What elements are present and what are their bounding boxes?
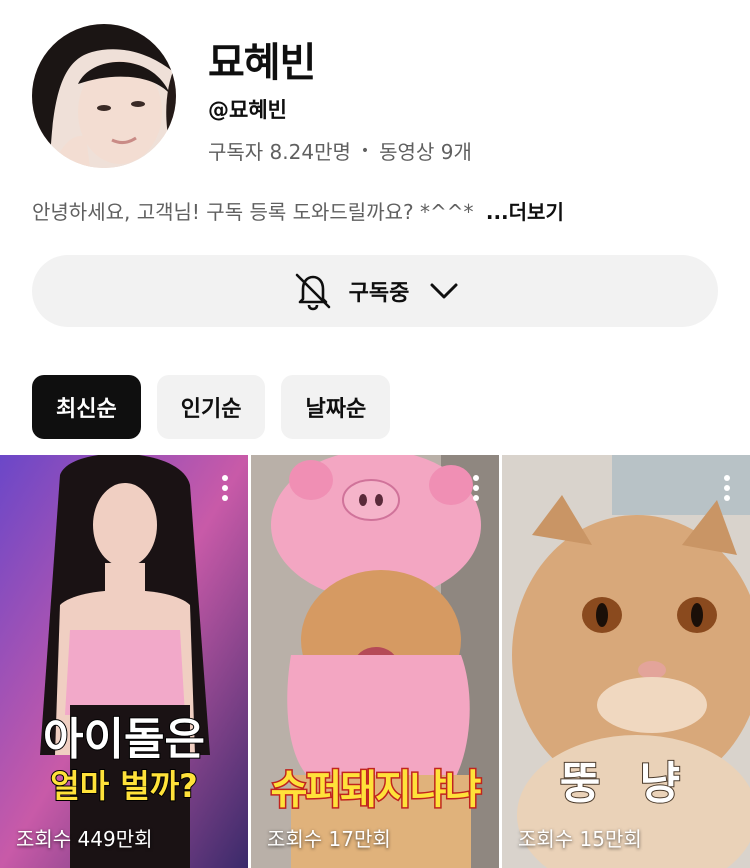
video-card[interactable]: 아이돌은 얼마 벌까? 조회수 449만회 bbox=[0, 455, 248, 868]
video-card[interactable]: 슈퍼돼지냐냐 조회수 17만회 bbox=[251, 455, 499, 868]
more-options-icon[interactable] bbox=[724, 475, 732, 501]
description-text: 안녕하세요, 고객님! 구독 등록 도와드릴까요? *^^* bbox=[32, 200, 474, 224]
avatar-image bbox=[32, 24, 176, 168]
chip-date[interactable]: 날짜순 bbox=[281, 375, 391, 439]
view-count: 조회수 15만회 bbox=[518, 827, 642, 851]
video-overlay-title: 뚱 냥 bbox=[559, 757, 693, 810]
channel-handle: @묘혜빈 bbox=[208, 98, 287, 122]
more-options-icon[interactable] bbox=[222, 475, 230, 501]
channel-description[interactable]: 안녕하세요, 고객님! 구독 등록 도와드릴까요? *^^* ...더보기 bbox=[32, 196, 564, 225]
video-overlay-subtitle: 얼마 벌까? bbox=[49, 766, 198, 806]
shorts-grid: 아이돌은 얼마 벌까? 조회수 449만회 슈퍼돼지냐냐 조회수 17만회 뚱 … bbox=[0, 455, 750, 868]
video-card[interactable]: 뚱 냥 조회수 15만회 bbox=[502, 455, 750, 868]
video-overlay-title: 슈퍼돼지냐냐 bbox=[269, 766, 483, 815]
chevron-down-icon bbox=[430, 283, 458, 299]
channel-name: 묘혜빈 bbox=[208, 40, 316, 86]
view-count: 조회수 17만회 bbox=[267, 827, 391, 851]
more-link[interactable]: ...더보기 bbox=[486, 200, 564, 224]
video-count: 동영상 9개 bbox=[379, 140, 472, 164]
bell-off-icon bbox=[295, 273, 330, 311]
subscribed-button[interactable]: 구독중 bbox=[32, 255, 718, 327]
stats-separator: • bbox=[360, 142, 370, 159]
sort-chips: 최신순 인기순 날짜순 bbox=[32, 375, 391, 439]
more-options-icon[interactable] bbox=[473, 475, 481, 501]
subscriber-count: 구독자 8.24만명 bbox=[208, 140, 351, 164]
video-overlay-title: 아이돌은 bbox=[42, 713, 206, 766]
view-count: 조회수 449만회 bbox=[16, 827, 153, 851]
channel-stats: 구독자 8.24만명 • 동영상 9개 bbox=[208, 136, 472, 165]
channel-avatar[interactable] bbox=[32, 24, 176, 168]
chip-popular[interactable]: 인기순 bbox=[156, 375, 266, 439]
subscribe-label: 구독중 bbox=[348, 281, 410, 306]
chip-latest[interactable]: 최신순 bbox=[32, 375, 141, 439]
